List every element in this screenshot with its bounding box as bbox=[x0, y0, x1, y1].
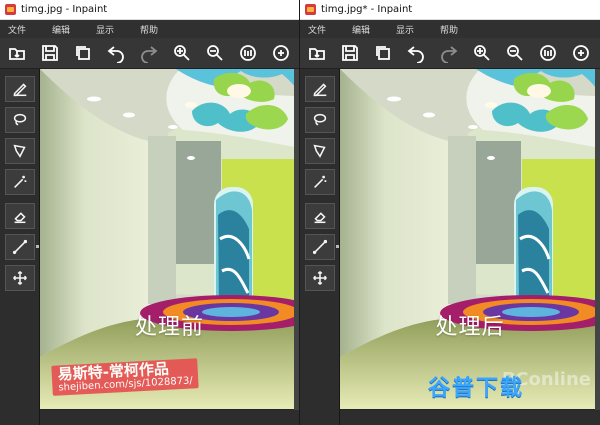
move-tool-button[interactable] bbox=[305, 265, 335, 291]
move-icon bbox=[313, 271, 327, 285]
lasso-icon bbox=[13, 113, 27, 126]
menu-file[interactable]: 文件 bbox=[0, 23, 44, 36]
undo-icon[interactable] bbox=[403, 40, 429, 66]
before-caption: 处理前 bbox=[134, 315, 205, 340]
tool-sidebar bbox=[0, 69, 40, 425]
window-title: timg.jpg* - Inpaint bbox=[321, 4, 413, 15]
actual-size-icon[interactable] bbox=[535, 40, 561, 66]
save-icon[interactable] bbox=[337, 40, 363, 66]
actual-size-icon[interactable] bbox=[235, 40, 261, 66]
title-bar: timg.jpg - Inpaint bbox=[0, 0, 299, 20]
lasso-icon bbox=[313, 113, 327, 126]
menu-edit[interactable]: 编辑 bbox=[44, 23, 88, 36]
screenshot-composition: timg.jpg - Inpaint 文件 编辑 显示 帮助 处理前 易斯特-常… bbox=[0, 0, 600, 425]
tool-options-dot bbox=[336, 245, 339, 248]
app-logo-icon bbox=[5, 4, 16, 15]
line-tool-button[interactable] bbox=[5, 234, 39, 260]
menu-view[interactable]: 显示 bbox=[88, 23, 132, 36]
zoom-in-icon[interactable] bbox=[469, 40, 495, 66]
menu-bar: 文件 编辑 显示 帮助 bbox=[300, 20, 600, 38]
move-icon bbox=[13, 271, 27, 285]
app-logo-icon bbox=[305, 4, 316, 15]
inpaint-window-before: timg.jpg - Inpaint 文件 编辑 显示 帮助 处理前 易斯特-常… bbox=[0, 0, 299, 425]
editor-workspace: 处理前 易斯特-常柯作品 shejiben.com/sjs/1028873/ bbox=[0, 69, 299, 425]
magic-wand-tool-button[interactable] bbox=[305, 169, 335, 195]
copy-icon[interactable] bbox=[370, 40, 396, 66]
window-title: timg.jpg - Inpaint bbox=[21, 4, 108, 15]
image-canvas[interactable]: 处理前 易斯特-常柯作品 shejiben.com/sjs/1028873/ bbox=[40, 69, 299, 410]
polygon-lasso-icon bbox=[13, 144, 26, 158]
menu-help[interactable]: 帮助 bbox=[132, 23, 176, 36]
interior-photo bbox=[340, 69, 600, 409]
magic-wand-icon bbox=[14, 175, 27, 188]
undo-icon[interactable] bbox=[103, 40, 129, 66]
polygon-lasso-icon bbox=[313, 144, 326, 158]
inpaint-window-after: timg.jpg* - Inpaint 文件 编辑 显示 帮助 处理后 PCon… bbox=[299, 0, 600, 425]
line-icon bbox=[312, 239, 328, 255]
download-site-watermark: 谷普下载 bbox=[428, 376, 525, 401]
redo-icon bbox=[136, 40, 162, 66]
toolbar bbox=[300, 38, 600, 69]
tool-sidebar bbox=[300, 69, 340, 425]
eraser-icon bbox=[314, 212, 326, 224]
menu-help[interactable]: 帮助 bbox=[432, 23, 476, 36]
open-icon[interactable] bbox=[4, 40, 30, 66]
editor-workspace: 处理后 PConline 谷普下载 bbox=[300, 69, 600, 425]
redo-icon bbox=[436, 40, 462, 66]
polygon-lasso-tool-button[interactable] bbox=[5, 138, 35, 164]
toolbar bbox=[0, 38, 299, 69]
marker-tool-button[interactable] bbox=[305, 76, 335, 102]
menu-edit[interactable]: 编辑 bbox=[344, 23, 388, 36]
copy-icon[interactable] bbox=[70, 40, 96, 66]
marker-icon bbox=[13, 83, 27, 97]
image-canvas[interactable]: 处理后 PConline 谷普下载 bbox=[340, 69, 600, 410]
eraser-tool-button[interactable] bbox=[305, 203, 335, 229]
title-bar: timg.jpg* - Inpaint bbox=[300, 0, 600, 20]
open-icon[interactable] bbox=[304, 40, 330, 66]
horizontal-scrollbar[interactable] bbox=[340, 410, 600, 425]
fit-icon[interactable] bbox=[268, 40, 294, 66]
zoom-in-icon[interactable] bbox=[169, 40, 195, 66]
marker-tool-button[interactable] bbox=[5, 76, 35, 102]
polygon-lasso-tool-button[interactable] bbox=[305, 138, 335, 164]
lasso-tool-button[interactable] bbox=[5, 107, 35, 133]
vertical-scrollbar[interactable] bbox=[595, 69, 600, 410]
zoom-out-icon[interactable] bbox=[202, 40, 228, 66]
move-tool-button[interactable] bbox=[5, 265, 35, 291]
menu-file[interactable]: 文件 bbox=[300, 23, 344, 36]
interior-photo bbox=[40, 69, 299, 409]
line-tool-button[interactable] bbox=[305, 234, 339, 260]
lasso-tool-button[interactable] bbox=[305, 107, 335, 133]
tool-options-dot bbox=[36, 245, 39, 248]
zoom-out-icon[interactable] bbox=[502, 40, 528, 66]
menu-view[interactable]: 显示 bbox=[388, 23, 432, 36]
magic-wand-tool-button[interactable] bbox=[5, 169, 35, 195]
eraser-tool-button[interactable] bbox=[5, 203, 35, 229]
marker-icon bbox=[313, 83, 327, 97]
menu-bar: 文件 编辑 显示 帮助 bbox=[0, 20, 299, 38]
save-icon[interactable] bbox=[37, 40, 63, 66]
fit-icon[interactable] bbox=[568, 40, 594, 66]
magic-wand-icon bbox=[314, 175, 327, 188]
after-caption: 处理后 bbox=[435, 315, 505, 340]
eraser-icon bbox=[14, 212, 26, 224]
horizontal-scrollbar[interactable] bbox=[40, 410, 299, 425]
line-icon bbox=[12, 239, 28, 255]
